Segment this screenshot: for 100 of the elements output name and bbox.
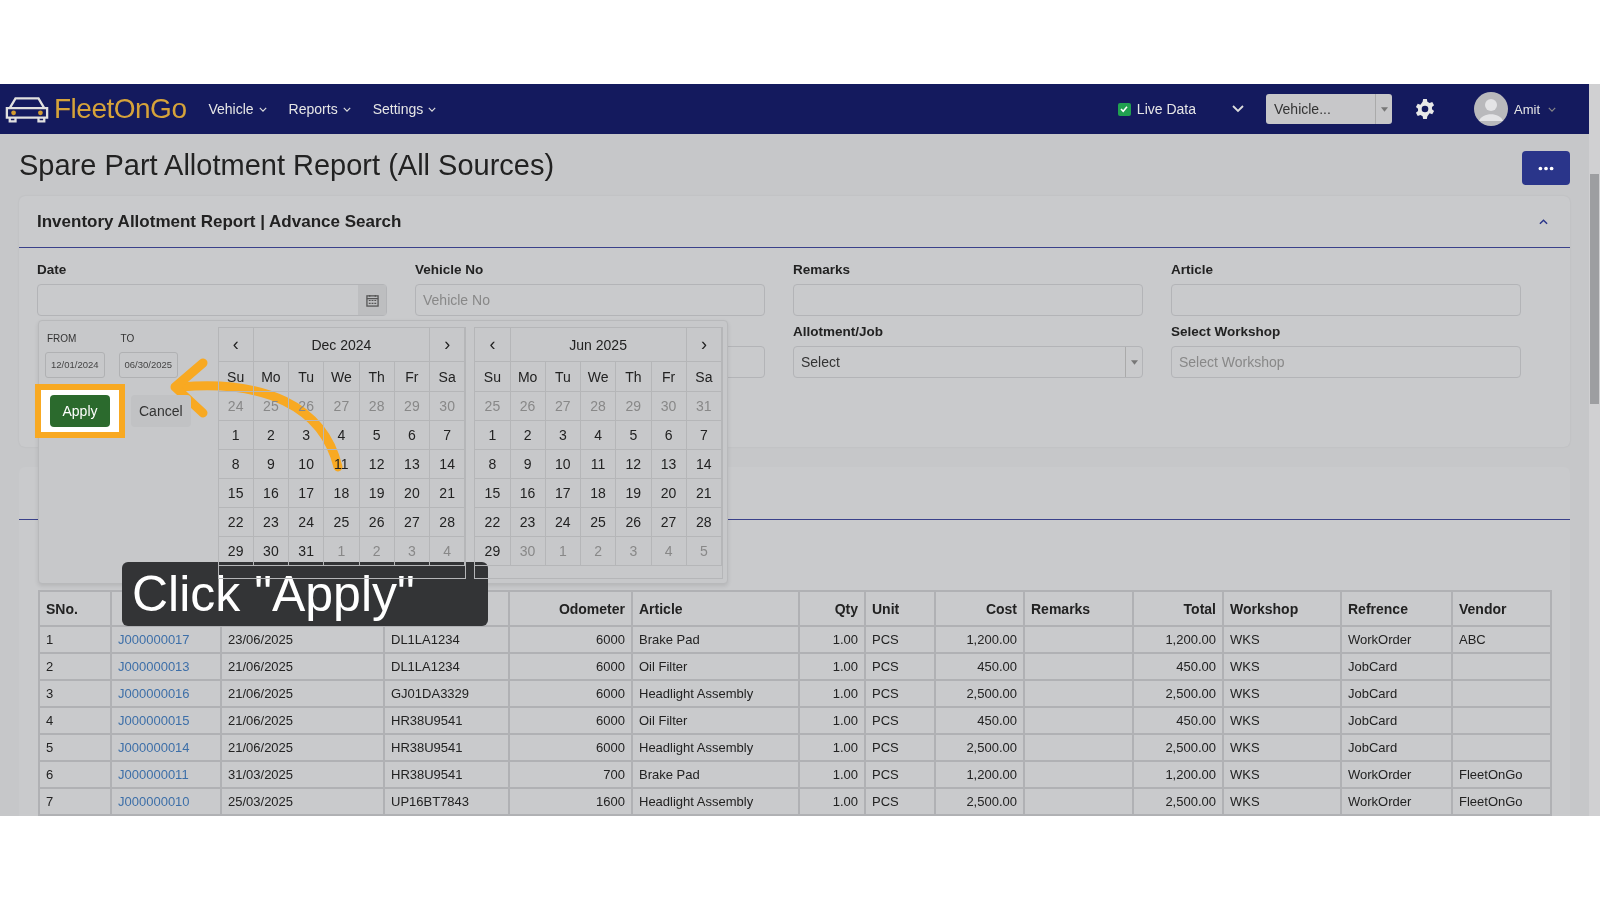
table-cell: HR38U9541: [391, 740, 463, 755]
table-cell: WKS: [1230, 740, 1260, 755]
table-cell: JobCard: [1348, 686, 1398, 701]
table-cell: Headlight Assembly: [639, 686, 754, 701]
table-cell: 2,500.00: [1165, 794, 1216, 809]
table-cell: 1.00: [832, 659, 858, 674]
table-cell: 3: [46, 686, 54, 701]
column-header[interactable]: Cost: [985, 600, 1017, 617]
column-header[interactable]: Qty: [834, 600, 858, 617]
table-cell: PCS: [872, 659, 899, 674]
chevron-down-icon: [428, 106, 437, 112]
live-data-toggle[interactable]: Live Data: [1117, 101, 1196, 117]
table-cell: PCS: [872, 632, 899, 647]
date-field[interactable]: [37, 284, 387, 316]
field-label: Allotment/Job: [793, 324, 884, 339]
table-cell: 2,500.00: [1165, 740, 1216, 755]
table-cell: JobCard: [1348, 713, 1398, 728]
table-cell: WKS: [1230, 659, 1260, 674]
settings-icon[interactable]: [1414, 98, 1436, 120]
instruction-tooltip: Click "Apply": [122, 562, 488, 626]
table-cell: 1: [46, 632, 54, 647]
table-cell: 1.00: [832, 632, 858, 647]
table-cell: UP16BT7843: [391, 794, 470, 809]
table-cell: 4: [46, 713, 54, 728]
table-cell: 6000: [596, 686, 625, 701]
logo[interactable]: FleetOnGo: [54, 93, 187, 125]
field-label: Select Workshop: [1171, 324, 1282, 339]
nav-menu[interactable]: Settings: [372, 101, 424, 117]
calendar-icon: [365, 293, 379, 307]
table-cell: 1,200.00: [966, 767, 1017, 782]
dropdown-arrow-icon: [1380, 106, 1388, 112]
table-cell: 2,500.00: [966, 794, 1017, 809]
table-cell: Headlight Assembly: [639, 740, 754, 755]
table-cell: Brake Pad: [639, 632, 700, 647]
table-cell: 1.00: [832, 767, 858, 782]
user-name[interactable]: Amit: [1514, 101, 1540, 117]
table-cell: 21/06/2025: [228, 713, 294, 728]
table-cell: WKS: [1230, 794, 1260, 809]
table-cell: 450.00: [977, 659, 1017, 674]
table-cell: Oil Filter: [639, 713, 688, 728]
table-cell: DL1LA1234: [391, 659, 460, 674]
table-cell: PCS: [872, 740, 899, 755]
table-cell: 6000: [596, 659, 625, 674]
field-label: Article: [1171, 262, 1215, 277]
table-cell: WorkOrder: [1348, 767, 1412, 782]
table-cell: 1,200.00: [966, 632, 1017, 647]
field-label: Date: [37, 262, 68, 277]
table-cell: FleetOnGo: [1459, 767, 1523, 782]
table-cell: WKS: [1230, 767, 1260, 782]
table-cell: 1600: [596, 794, 625, 809]
table-cell: 25/03/2025: [228, 794, 294, 809]
table-cell: 1.00: [832, 794, 858, 809]
avatar-icon[interactable]: [1474, 92, 1508, 126]
dropdown-arrow-icon: [1130, 359, 1138, 365]
table-cell: WKS: [1230, 632, 1260, 647]
checkbox[interactable]: [1117, 102, 1131, 116]
table-cell: PCS: [872, 767, 899, 782]
table-cell: 450.00: [1176, 659, 1216, 674]
table-cell: PCS: [872, 686, 899, 701]
column-header[interactable]: Article: [639, 600, 683, 617]
table-cell: 7: [46, 794, 54, 809]
table-cell: 6000: [596, 713, 625, 728]
table-cell: 1.00: [832, 740, 858, 755]
table-cell: 6000: [596, 740, 625, 755]
table-cell: GJ01DA3329: [391, 686, 470, 701]
nav-menu[interactable]: Reports: [288, 101, 338, 117]
column-header[interactable]: Unit: [872, 600, 900, 617]
cancel-button[interactable]: Cancel: [131, 395, 191, 427]
to-date-field[interactable]: 06/30/2025: [118, 352, 179, 378]
from-label: FROM: [47, 333, 78, 344]
caret-icon[interactable]: [1539, 218, 1548, 225]
table-cell: 6: [46, 767, 54, 782]
table-cell: WorkOrder: [1348, 794, 1412, 809]
table-cell: ABC: [1459, 632, 1486, 647]
table-cell: WKS: [1230, 713, 1260, 728]
nav-menu[interactable]: Vehicle: [208, 101, 254, 117]
table-cell: Brake Pad: [639, 767, 700, 782]
table-cell: PCS: [872, 794, 899, 809]
panel-title: Inventory Allotment Report | Advance Search: [37, 211, 402, 232]
chevron-down-icon: [258, 106, 267, 112]
chevron-down-icon: [342, 106, 351, 112]
table-cell: WorkOrder: [1348, 632, 1412, 647]
apply-button[interactable]: Apply: [50, 395, 110, 427]
table-cell: DL1LA1234: [391, 632, 460, 647]
table-cell: Oil Filter: [639, 659, 688, 674]
chevron-down-icon[interactable]: [1232, 105, 1244, 113]
field-label: Vehicle No: [415, 262, 485, 277]
table-cell: JobCard: [1348, 659, 1398, 674]
from-date-field[interactable]: 12/01/2024: [45, 352, 105, 378]
table-cell: 21/06/2025: [228, 686, 294, 701]
table-cell: 2: [46, 659, 54, 674]
vehicle-select[interactable]: Vehicle...: [1266, 94, 1392, 124]
more-button[interactable]: [1522, 151, 1570, 185]
column-header[interactable]: Total: [1183, 600, 1216, 617]
select-field[interactable]: Select: [793, 346, 1143, 378]
table-cell: 6000: [596, 632, 625, 647]
table-cell: HR38U9541: [391, 767, 463, 782]
scrollbar[interactable]: [1589, 84, 1600, 816]
table-cell: 2,500.00: [966, 740, 1017, 755]
car-icon: [4, 94, 50, 124]
